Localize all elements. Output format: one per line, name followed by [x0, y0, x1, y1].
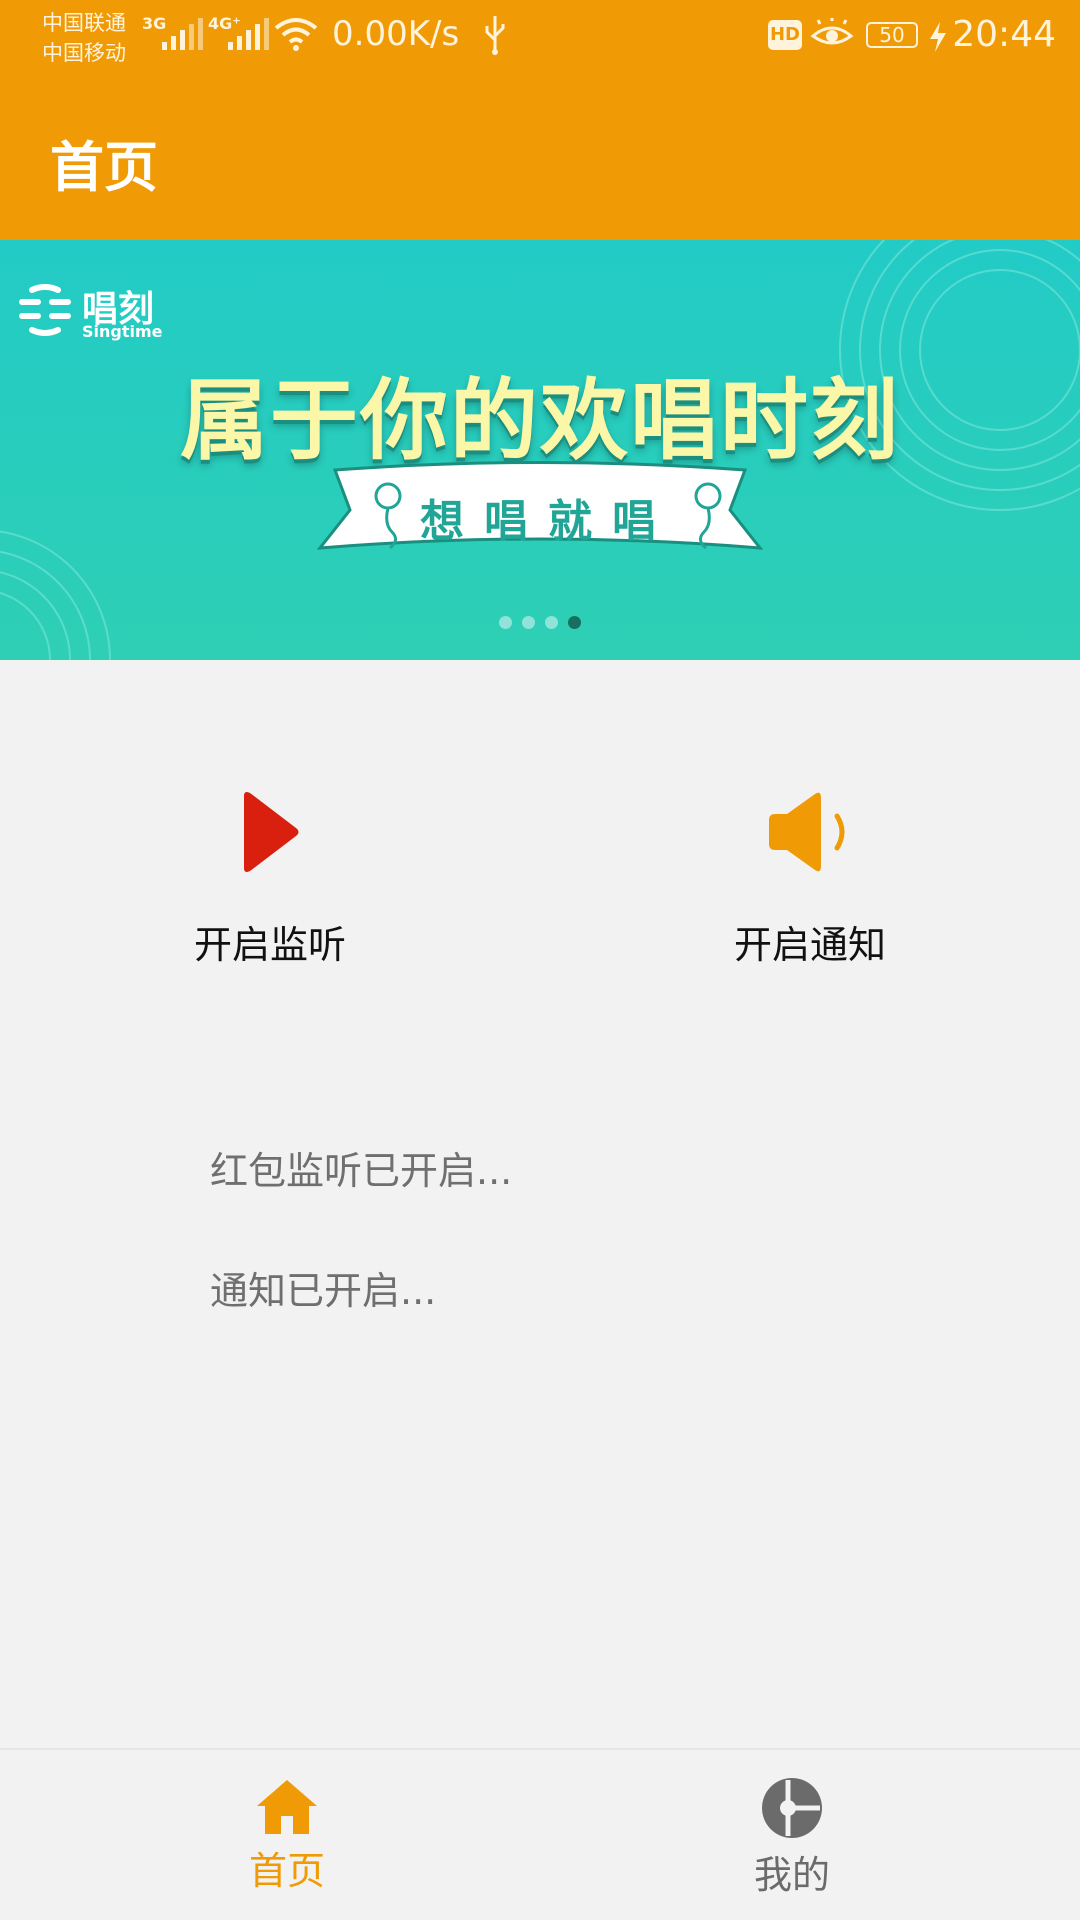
start-notify-button[interactable]: 开启通知: [680, 790, 940, 969]
bottom-navigation: 首页 我的: [0, 1748, 1080, 1920]
app-bar: 首页: [0, 75, 1080, 240]
nav-label-home: 首页: [248, 1849, 325, 1893]
battery-icon: 50: [866, 22, 918, 48]
carrier-2: 中国移动: [42, 41, 126, 65]
charging-icon: [930, 22, 946, 52]
banner-logo-subtitle: Singtime: [82, 322, 163, 341]
speaker-icon: [769, 792, 845, 872]
carrier-1: 中国联通: [42, 11, 126, 35]
promo-banner[interactable]: 唱刻 Singtime 属于你的欢唱时刻 想唱就唱: [0, 240, 1080, 660]
monitor-status-text: 红包监听已开启...: [210, 1149, 513, 1193]
start-monitor-button[interactable]: 开启监听: [140, 790, 400, 969]
nav-label-mine: 我的: [753, 1853, 830, 1897]
eye-comfort-icon: [810, 18, 854, 45]
carousel-dot-active[interactable]: [568, 616, 581, 629]
nav-item-mine[interactable]: 我的: [692, 1750, 892, 1920]
carousel-dot[interactable]: [522, 616, 535, 629]
carousel-dot[interactable]: [499, 616, 512, 629]
wifi-icon: [274, 18, 318, 51]
banner-ribbon-text: 想唱就唱: [420, 496, 676, 547]
hd-icon: HD: [768, 20, 802, 50]
screen: 中国联通 中国移动 3G 4G⁺ 0.00K/s HD 50 20:44 首页 …: [0, 0, 1080, 1920]
carousel-dot[interactable]: [545, 616, 558, 629]
carrier-names: 中国联通 中国移动: [42, 8, 126, 68]
usb-icon: [485, 16, 505, 55]
microphone-icon-right: [694, 482, 722, 550]
start-notify-label: 开启通知: [733, 923, 886, 967]
singtime-logo-icon: [19, 284, 71, 336]
carousel-indicator[interactable]: [499, 616, 581, 629]
microphone-icon-left: [374, 482, 402, 550]
banner-headline: 属于你的欢唱时刻: [180, 369, 901, 472]
clock: 20:44: [952, 14, 1056, 55]
page-title: 首页: [50, 136, 158, 199]
start-monitor-label: 开启监听: [193, 923, 346, 967]
nav-item-home[interactable]: 首页: [187, 1750, 387, 1920]
play-icon: [244, 792, 299, 872]
network-speed: 0.00K/s: [332, 14, 460, 54]
home-icon: [257, 1780, 317, 1834]
profile-icon: [762, 1778, 822, 1838]
status-bar: 中国联通 中国移动 3G 4G⁺ 0.00K/s HD 50 20:44: [0, 0, 1080, 75]
notify-status-text: 通知已开启...: [210, 1269, 437, 1313]
